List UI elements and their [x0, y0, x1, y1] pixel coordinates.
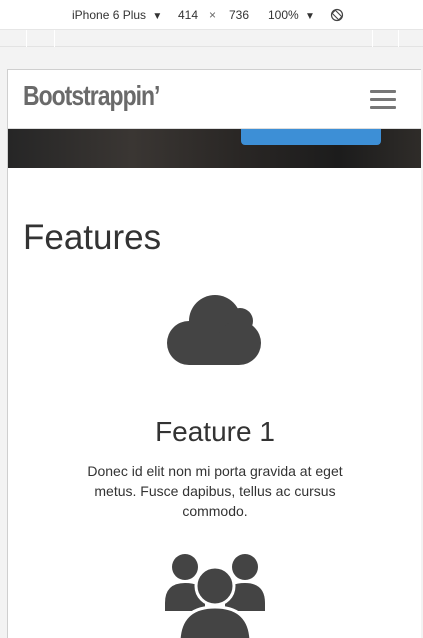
hamburger-menu-icon[interactable] [368, 88, 398, 112]
feature-text: Donec id elit non mi porta gravida at eg… [87, 463, 343, 519]
device-select[interactable]: iPhone 6 Plus ▼ [72, 8, 162, 24]
cloud-icon [165, 293, 263, 370]
device-viewport: Bootstrappin’ Features Feature 1 Donec i… [7, 69, 421, 638]
navbar: Bootstrappin’ [8, 70, 421, 129]
hero-banner [8, 129, 421, 168]
feature-heading: Feature 1 [155, 416, 275, 447]
viewport-height[interactable]: 736 [229, 8, 249, 22]
viewport-width[interactable]: 414 [178, 8, 198, 22]
dimension-separator: × [209, 8, 217, 22]
device-name: iPhone 6 Plus [72, 8, 147, 22]
features-title: Features [23, 218, 162, 257]
rotate-icon [330, 8, 344, 22]
zoom-level: 100% [268, 8, 299, 22]
zoom-dropdown-icon: ▼ [305, 11, 315, 22]
hero-button[interactable] [241, 129, 381, 145]
users-icon [165, 553, 265, 638]
rotate-button[interactable] [330, 8, 344, 25]
device-dropdown-icon: ▼ [152, 11, 163, 22]
brand-logo[interactable]: Bootstrappin’ [23, 80, 160, 112]
device-toolbar: iPhone 6 Plus ▼ 414 × 736 100% ▼ [0, 0, 423, 30]
zoom-select[interactable]: 100% ▼ [268, 8, 315, 24]
media-query-ruler [0, 30, 423, 47]
